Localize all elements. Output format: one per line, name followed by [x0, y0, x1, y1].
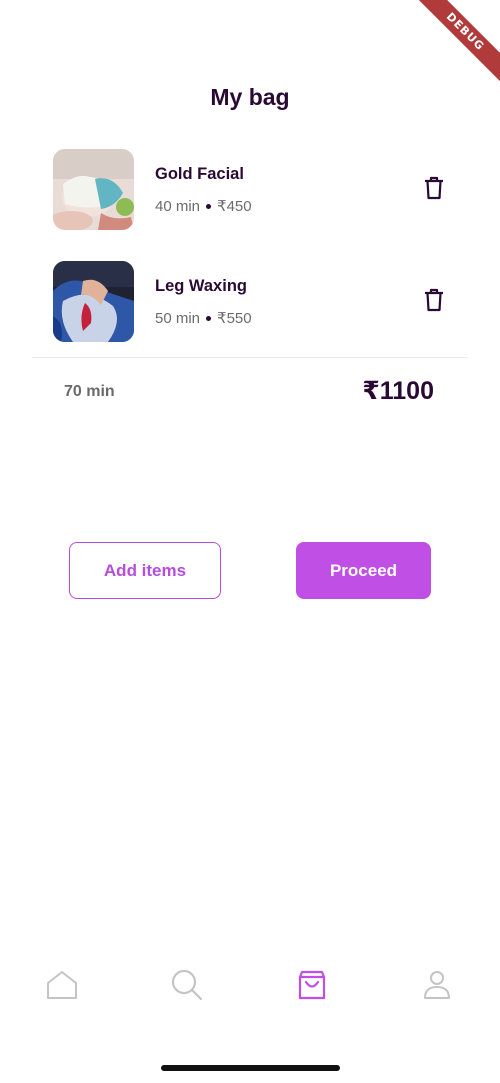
bag-item[interactable]: Gold Facial 40 min ₹450	[0, 149, 500, 261]
add-items-button[interactable]: Add items	[69, 542, 221, 599]
separator-dot	[206, 203, 212, 209]
bag-icon	[297, 969, 327, 1006]
proceed-button[interactable]: Proceed	[296, 542, 431, 599]
debug-banner-label: DEBUG	[411, 0, 500, 86]
item-price: ₹450	[217, 198, 252, 215]
home-indicator[interactable]	[161, 1065, 340, 1071]
trash-icon	[424, 288, 444, 317]
nav-bag[interactable]	[287, 962, 337, 1012]
search-icon	[170, 968, 204, 1007]
delete-item-button[interactable]	[420, 176, 448, 204]
item-name: Leg Waxing	[155, 277, 247, 295]
separator-dot	[206, 315, 212, 321]
item-meta: 40 min ₹450	[155, 197, 252, 215]
bag-list: Gold Facial 40 min ₹450 Leg Waxing 50 mi…	[0, 149, 500, 373]
divider	[32, 357, 468, 358]
item-duration: 50 min	[155, 310, 201, 327]
total-price: ₹1100	[362, 377, 434, 405]
item-meta: 50 min ₹550	[155, 309, 252, 327]
item-duration: 40 min	[155, 198, 201, 215]
profile-icon	[423, 970, 451, 1005]
home-icon	[46, 970, 78, 1005]
nav-search[interactable]	[162, 962, 212, 1012]
leg-waxing-thumbnail	[53, 261, 134, 342]
total-duration: 70 min	[64, 383, 115, 400]
page-title: My bag	[210, 84, 290, 110]
delete-item-button[interactable]	[420, 288, 448, 316]
nav-home[interactable]	[37, 962, 87, 1012]
item-price: ₹550	[217, 310, 252, 327]
trash-icon	[424, 176, 444, 205]
item-name: Gold Facial	[155, 165, 244, 183]
bottom-nav	[0, 962, 500, 1012]
gold-facial-thumbnail	[53, 149, 134, 230]
nav-profile[interactable]	[412, 962, 462, 1012]
